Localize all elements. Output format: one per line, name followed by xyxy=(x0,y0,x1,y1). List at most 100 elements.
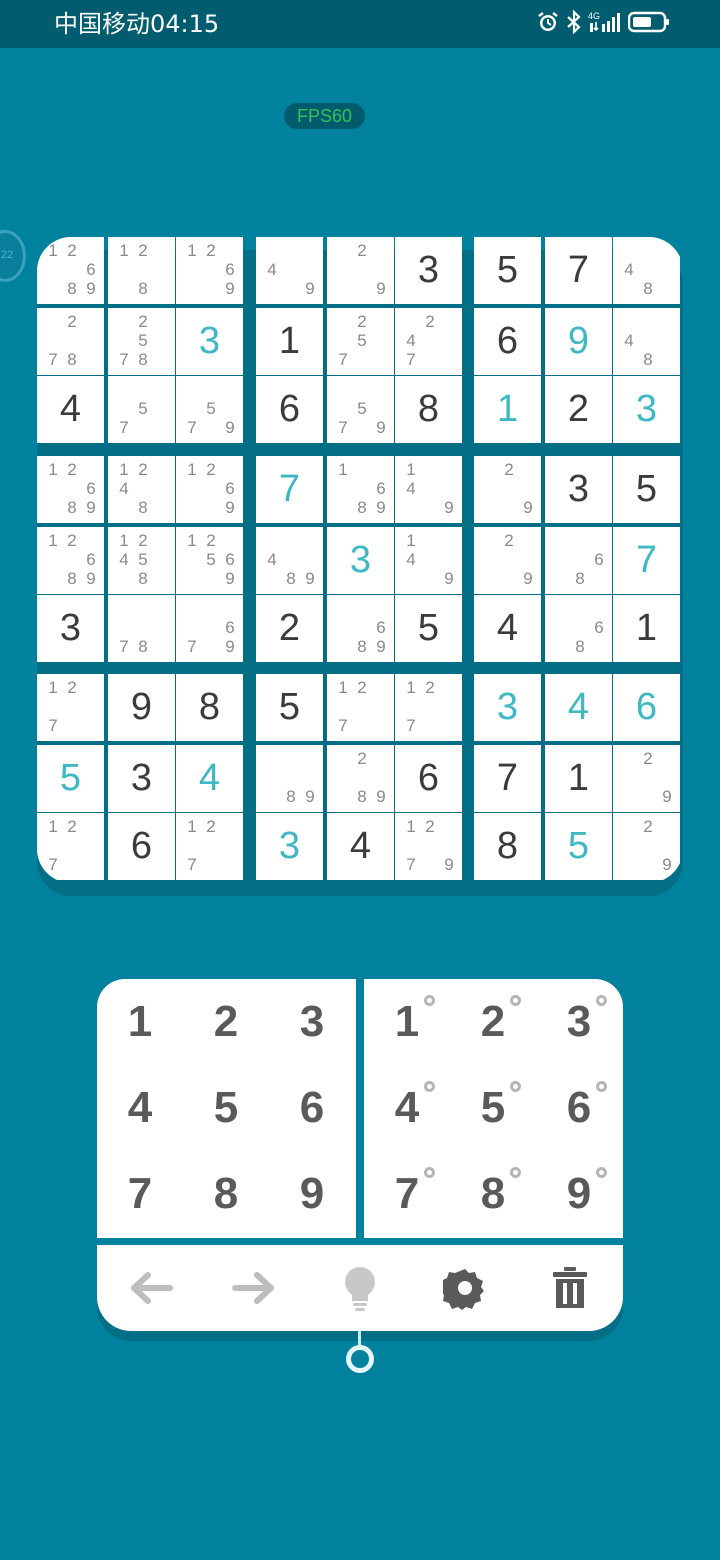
sudoku-cell[interactable]: 5 xyxy=(256,674,323,741)
sudoku-cell[interactable]: 278 xyxy=(37,308,104,375)
floating-ball[interactable]: 22 xyxy=(0,230,26,282)
sudoku-cell[interactable]: 1269 xyxy=(176,456,243,523)
sudoku-cell[interactable]: 7 xyxy=(474,745,541,812)
sudoku-cell[interactable]: 7 xyxy=(613,527,680,594)
sudoku-cell[interactable]: 57 xyxy=(108,376,175,443)
sudoku-cell[interactable]: 6 xyxy=(613,674,680,741)
sudoku-cell[interactable]: 2 89 xyxy=(327,745,394,812)
sudoku-cell[interactable]: 2 xyxy=(256,595,323,662)
sudoku-cell[interactable]: 12689 xyxy=(37,456,104,523)
sudoku-cell[interactable]: 8 xyxy=(474,813,541,880)
sudoku-cell[interactable]: 12689 xyxy=(37,527,104,594)
sudoku-cell[interactable]: 8 xyxy=(176,674,243,741)
hint-button[interactable] xyxy=(307,1245,412,1331)
sudoku-cell[interactable]: 3 xyxy=(327,527,394,594)
sudoku-cell[interactable]: 6 xyxy=(395,745,462,812)
sudoku-cell[interactable]: 12569 xyxy=(176,527,243,594)
sudoku-cell[interactable]: 5 xyxy=(37,745,104,812)
sudoku-cell[interactable]: 257 xyxy=(327,308,394,375)
sudoku-cell[interactable]: 6 xyxy=(474,308,541,375)
sudoku-cell[interactable]: 2 xyxy=(545,376,612,443)
sudoku-cell[interactable]: 29 xyxy=(613,745,680,812)
sudoku-cell[interactable]: 6 xyxy=(108,813,175,880)
number-key-7[interactable]: 7 xyxy=(97,1151,183,1237)
note-key-8[interactable]: 8 xyxy=(450,1151,536,1237)
note-key-5[interactable]: 5 xyxy=(450,1065,536,1151)
drag-handle[interactable] xyxy=(346,1345,374,1373)
sudoku-cell[interactable]: 1689 xyxy=(327,456,394,523)
sudoku-cell[interactable]: 78 xyxy=(108,595,175,662)
note-key-7[interactable]: 7 xyxy=(364,1151,450,1237)
sudoku-cell[interactable]: 3 xyxy=(256,813,323,880)
sudoku-cell[interactable]: 14 9 xyxy=(395,456,462,523)
sudoku-cell[interactable]: 3 xyxy=(613,376,680,443)
sudoku-cell[interactable]: 689 xyxy=(327,595,394,662)
sudoku-cell[interactable]: 3 xyxy=(37,595,104,662)
sudoku-cell[interactable]: 127 xyxy=(37,674,104,741)
sudoku-cell[interactable]: 4 xyxy=(327,813,394,880)
sudoku-cell[interactable]: 8 xyxy=(395,376,462,443)
number-key-5[interactable]: 5 xyxy=(183,1065,269,1151)
sudoku-cell[interactable]: 48 xyxy=(613,308,680,375)
sudoku-cell[interactable]: 6 xyxy=(256,376,323,443)
sudoku-cell[interactable]: 127 xyxy=(395,674,462,741)
note-key-1[interactable]: 1 xyxy=(364,979,450,1065)
note-key-4[interactable]: 4 xyxy=(364,1065,450,1151)
sudoku-cell[interactable]: 127 xyxy=(37,813,104,880)
sudoku-cell[interactable]: 89 xyxy=(256,745,323,812)
sudoku-cell[interactable]: 1 xyxy=(256,308,323,375)
sudoku-cell[interactable]: 127 xyxy=(327,674,394,741)
sudoku-cell[interactable]: 489 xyxy=(256,527,323,594)
sudoku-cell[interactable]: 3 xyxy=(545,456,612,523)
sudoku-cell[interactable]: 127 xyxy=(176,813,243,880)
sudoku-cell[interactable]: 9 xyxy=(545,308,612,375)
note-key-3[interactable]: 3 xyxy=(536,979,622,1065)
undo-button[interactable] xyxy=(97,1245,202,1331)
sudoku-cell[interactable]: 4 xyxy=(37,376,104,443)
sudoku-cell[interactable]: 48 xyxy=(613,237,680,304)
sudoku-cell[interactable]: 1 xyxy=(545,745,612,812)
sudoku-cell[interactable]: 7 xyxy=(545,237,612,304)
sudoku-cell[interactable]: 9 xyxy=(108,674,175,741)
number-key-8[interactable]: 8 xyxy=(183,1151,269,1237)
note-key-6[interactable]: 6 xyxy=(536,1065,622,1151)
sudoku-cell[interactable]: 3 xyxy=(176,308,243,375)
sudoku-cell[interactable]: 12458 xyxy=(108,527,175,594)
sudoku-cell[interactable]: 29 xyxy=(474,456,541,523)
sudoku-cell[interactable]: 68 xyxy=(545,595,612,662)
sudoku-cell[interactable]: 5 xyxy=(474,237,541,304)
sudoku-cell[interactable]: 7 xyxy=(256,456,323,523)
redo-button[interactable] xyxy=(202,1245,307,1331)
sudoku-cell[interactable]: 247 xyxy=(395,308,462,375)
number-key-3[interactable]: 3 xyxy=(269,979,355,1065)
sudoku-cell[interactable]: 29 xyxy=(474,527,541,594)
sudoku-cell[interactable]: 12689 xyxy=(37,237,104,304)
number-key-6[interactable]: 6 xyxy=(269,1065,355,1151)
sudoku-cell[interactable]: 29 xyxy=(327,237,394,304)
sudoku-cell[interactable]: 5 xyxy=(545,813,612,880)
sudoku-cell[interactable]: 3 xyxy=(395,237,462,304)
number-key-9[interactable]: 9 xyxy=(269,1151,355,1237)
delete-button[interactable] xyxy=(517,1245,622,1331)
sudoku-cell[interactable]: 4 xyxy=(474,595,541,662)
number-key-4[interactable]: 4 xyxy=(97,1065,183,1151)
sudoku-cell[interactable]: 1269 xyxy=(176,237,243,304)
sudoku-cell[interactable]: 3 xyxy=(108,745,175,812)
sudoku-cell[interactable]: 29 xyxy=(613,813,680,880)
sudoku-cell[interactable]: 5 xyxy=(613,456,680,523)
sudoku-cell[interactable]: 4 xyxy=(545,674,612,741)
note-key-2[interactable]: 2 xyxy=(450,979,536,1065)
sudoku-cell[interactable]: 68 xyxy=(545,527,612,594)
sudoku-cell[interactable]: 127 9 xyxy=(395,813,462,880)
note-key-9[interactable]: 9 xyxy=(536,1151,622,1237)
sudoku-cell[interactable]: 14 9 xyxy=(395,527,462,594)
sudoku-cell[interactable]: 1248 xyxy=(108,456,175,523)
sudoku-cell[interactable]: 5 xyxy=(395,595,462,662)
sudoku-cell[interactable]: 57 9 xyxy=(327,376,394,443)
sudoku-cell[interactable]: 6 7 9 xyxy=(176,595,243,662)
sudoku-cell[interactable]: 4 xyxy=(176,745,243,812)
number-key-1[interactable]: 1 xyxy=(97,979,183,1065)
settings-button[interactable] xyxy=(412,1245,517,1331)
sudoku-cell[interactable]: 3 xyxy=(474,674,541,741)
sudoku-cell[interactable]: 49 xyxy=(256,237,323,304)
